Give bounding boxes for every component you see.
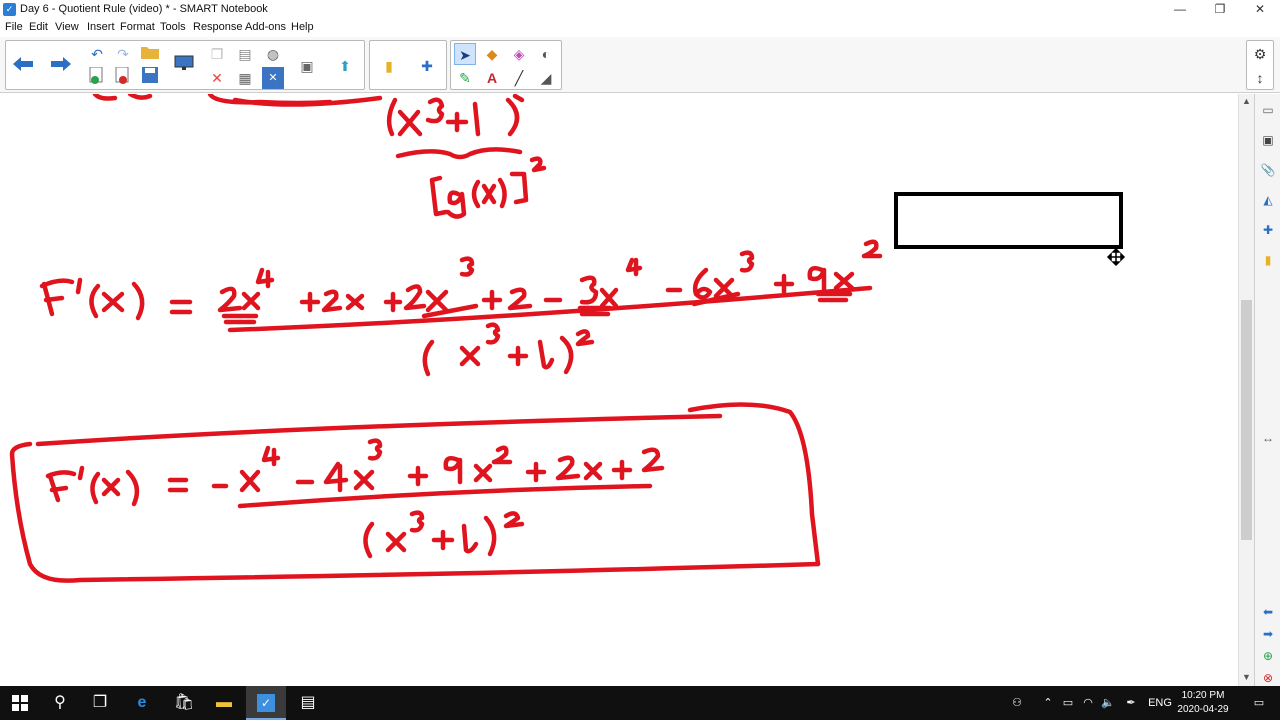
smart-notebook-app-icon: ✓ xyxy=(3,3,16,16)
menu-view[interactable]: View xyxy=(55,21,79,33)
select-icon[interactable]: ➤ xyxy=(454,43,476,65)
text-icon[interactable]: A xyxy=(481,67,503,89)
smart-notebook-taskbar-icon[interactable]: ✓ xyxy=(246,686,286,720)
document-camera-icon[interactable]: ▣ xyxy=(296,55,318,77)
action-center-icon[interactable]: ▭ xyxy=(1244,686,1274,720)
save-icon[interactable] xyxy=(139,67,161,89)
task-view-icon[interactable]: ❐ xyxy=(80,686,120,720)
web-browser-icon[interactable]: ◍ xyxy=(262,43,284,65)
properties-icon[interactable]: ◭ xyxy=(1258,190,1278,210)
title-bar: ✓ Day 6 - Quotient Rule (video) * - SMAR… xyxy=(0,0,1280,20)
menu-file[interactable]: File xyxy=(5,21,23,33)
edge-browser-icon[interactable]: e xyxy=(122,686,162,720)
clock[interactable]: 10:20 PM 2020-04-29 xyxy=(1172,689,1234,717)
menu-insert[interactable]: Insert xyxy=(87,21,115,33)
menu-help[interactable]: Help xyxy=(291,21,314,33)
scrollbar-thumb[interactable] xyxy=(1241,300,1252,540)
gallery-icon[interactable]: ▣ xyxy=(1258,130,1278,150)
next-page-icon[interactable]: ➡ xyxy=(1258,624,1278,644)
battery-icon[interactable]: ▭ xyxy=(1058,686,1078,720)
page-sorter-icon[interactable]: ▭ xyxy=(1258,100,1278,120)
scroll-down-icon[interactable]: ▼ xyxy=(1242,672,1251,682)
open-folder-icon[interactable] xyxy=(139,43,161,65)
add-page-icon[interactable] xyxy=(86,66,108,89)
handwritten-ink xyxy=(9,94,883,583)
menu-add-ons[interactable]: Add-ons xyxy=(245,21,286,33)
smart-tools-taskbar-icon[interactable]: ▤ xyxy=(288,686,328,720)
move-toolbar-icon[interactable]: ↕ xyxy=(1249,67,1271,89)
lines-icon[interactable]: ╱ xyxy=(508,67,530,89)
forward-arrow-icon[interactable] xyxy=(50,55,72,77)
fill-icon[interactable]: ◐ xyxy=(535,43,557,65)
pen-workspace-icon[interactable]: ✒ xyxy=(1120,686,1142,720)
window-title: Day 6 - Quotient Rule (video) * - SMART … xyxy=(20,3,268,15)
close-x-icon[interactable]: ✕ xyxy=(262,67,284,89)
settings-icon[interactable]: ⚙ xyxy=(1249,43,1271,65)
vertical-scrollbar[interactable]: ▲ ▼ xyxy=(1238,94,1254,686)
drawn-rectangle[interactable] xyxy=(894,192,1123,249)
move-cursor-icon xyxy=(1106,247,1126,267)
language-indicator[interactable]: ENG xyxy=(1146,686,1174,720)
volume-icon[interactable]: 🔈 xyxy=(1098,686,1118,720)
toolbar-group-navigation: ↶ ↷ ❐ ▤ ◍ ✕ ▦ ✕ ▣ ⬆ xyxy=(5,40,365,90)
back-arrow-icon[interactable] xyxy=(12,55,34,77)
redo-icon[interactable]: ↷ xyxy=(112,43,134,65)
store-icon[interactable]: 🛍 xyxy=(164,686,204,720)
clock-time: 10:20 PM xyxy=(1181,690,1225,701)
add-ons-icon[interactable]: ✚ xyxy=(1258,220,1278,240)
menu-response[interactable]: Response xyxy=(193,21,243,33)
capture-icon[interactable]: ▦ xyxy=(234,67,256,89)
scroll-up-icon[interactable]: ▲ xyxy=(1242,96,1251,106)
undo-icon[interactable]: ↶ xyxy=(86,43,108,65)
previous-page-icon[interactable]: ⬅ xyxy=(1258,602,1278,622)
toolbar-group-settings: ⚙ ↕ xyxy=(1246,40,1274,90)
magic-pen-icon[interactable]: ◢ xyxy=(535,67,557,89)
restore-button[interactable]: ❐ xyxy=(1200,0,1240,20)
wifi-icon[interactable]: ◠ xyxy=(1078,686,1098,720)
add-page-icon[interactable]: ⊕ xyxy=(1258,646,1278,666)
attachments-icon[interactable]: 📎 xyxy=(1258,160,1278,180)
add-ons-icon[interactable]: ✚ xyxy=(416,55,438,77)
pens-icon[interactable]: ✎ xyxy=(454,67,476,89)
lesson-activity-icon[interactable]: ▮ xyxy=(1258,250,1278,270)
windows-taskbar: ⚲ ❐ e 🛍 ▬ ✓ ▤ ⚇ ⌃ ▭ ◠ 🔈 ✒ ENG 10:20 PM 2… xyxy=(0,686,1280,720)
close-button[interactable]: ✕ xyxy=(1240,0,1280,20)
menu-tools[interactable]: Tools xyxy=(160,21,186,33)
delete-icon[interactable]: ✕ xyxy=(206,67,228,89)
gallery-icon[interactable]: ▮ xyxy=(378,55,400,77)
expand-sidebar-icon[interactable]: ↔ xyxy=(1258,428,1278,448)
menu-edit[interactable]: Edit xyxy=(29,21,48,33)
start-icon[interactable] xyxy=(0,686,40,720)
handwriting-layer xyxy=(9,94,1126,583)
show-hidden-icons-icon[interactable]: ⌃ xyxy=(1038,686,1058,720)
paste-icon[interactable]: ❐ xyxy=(206,43,228,65)
table-icon[interactable]: ▤ xyxy=(234,43,256,65)
clock-date: 2020-04-29 xyxy=(1177,704,1229,715)
menu-format[interactable]: Format xyxy=(120,21,155,33)
share-icon[interactable]: ⬆ xyxy=(334,55,356,77)
side-tabs-panel: ▭ ▣ 📎 ◭ ✚ ▮ ↔ ⬅ ➡ ⊕ ⊗ xyxy=(1254,94,1280,686)
delete-page-icon[interactable] xyxy=(112,66,134,89)
screen-shade-icon[interactable] xyxy=(173,55,195,77)
minimize-button[interactable]: — xyxy=(1160,0,1200,20)
file-explorer-icon[interactable]: ▬ xyxy=(204,686,244,720)
people-icon[interactable]: ⚇ xyxy=(1006,686,1028,720)
eraser-icon[interactable]: ◈ xyxy=(508,43,530,65)
notebook-page-canvas[interactable] xyxy=(0,94,1238,686)
menu-bar: File Edit View Insert Format Tools Respo… xyxy=(0,20,1280,37)
search-icon[interactable]: ⚲ xyxy=(40,686,80,720)
toolbar-group-gallery: ▮ ✚ xyxy=(369,40,447,90)
main-toolbar: ↶ ↷ ❐ ▤ ◍ ✕ ▦ ✕ ▣ ⬆ ▮ ✚ ➤ ◆ ◈ ◐ ✎ A ╱ ◢ … xyxy=(0,37,1280,93)
toolbar-group-tools: ➤ ◆ ◈ ◐ ✎ A ╱ ◢ xyxy=(450,40,562,90)
delete-page-icon[interactable]: ⊗ xyxy=(1258,668,1278,688)
shapes-icon[interactable]: ◆ xyxy=(481,43,503,65)
